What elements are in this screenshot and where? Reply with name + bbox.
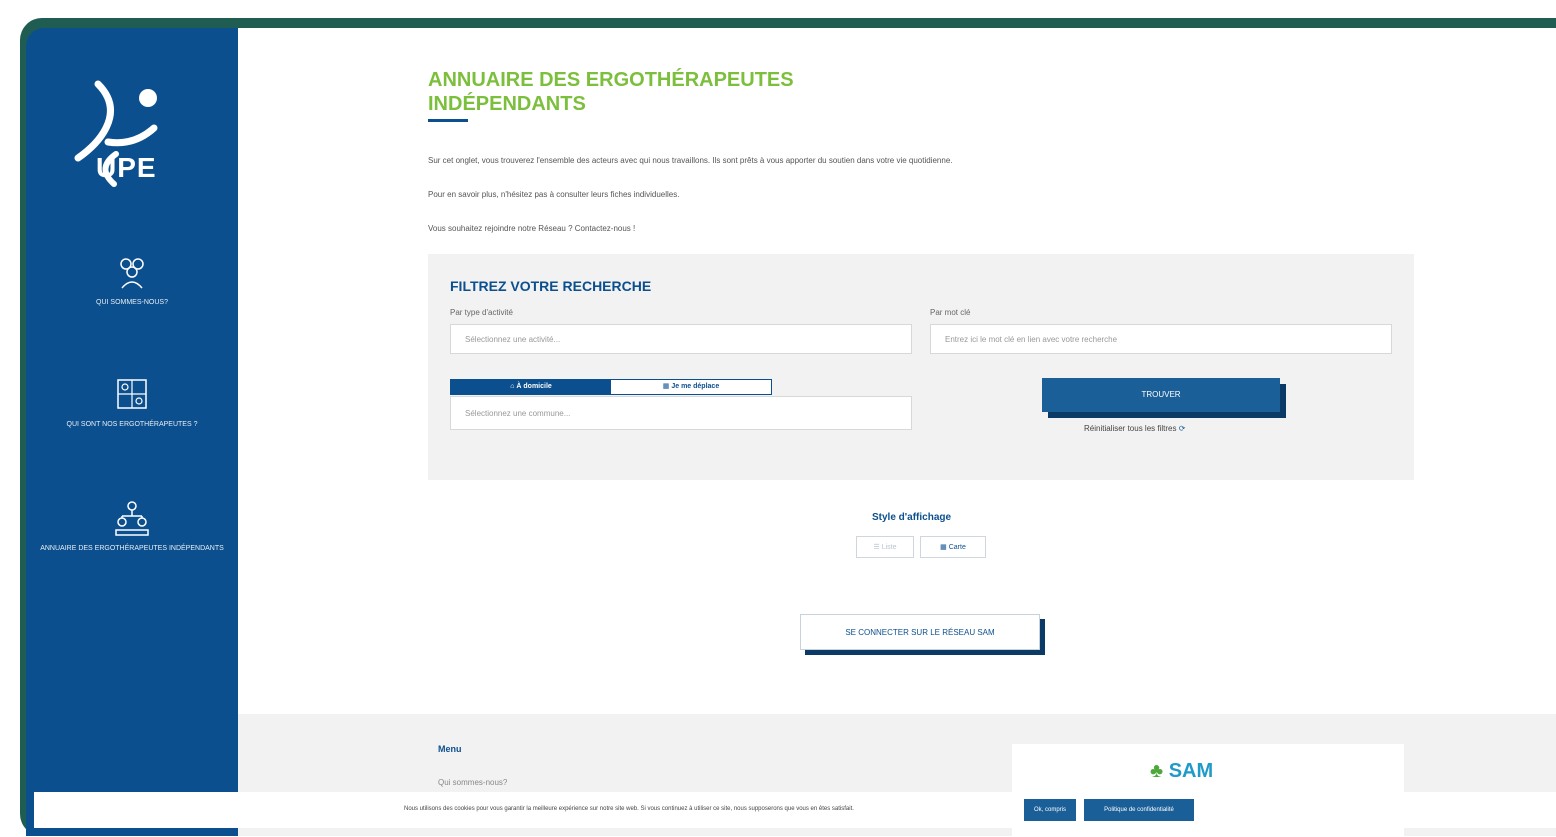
sidebar-item-qui-sommes-nous[interactable]: QUI SOMMES-NOUS?	[26, 252, 238, 308]
intro-paragraph-2: Pour en savoir plus, n'hésitez pas à con…	[428, 190, 680, 199]
display-grid-button[interactable]: ▦ Carte	[920, 536, 986, 558]
activity-label: Par type d'activité	[450, 308, 513, 317]
sidebar-item-label: QUI SOMMES-NOUS?	[96, 299, 168, 306]
cookie-accept-button[interactable]: Ok, compris	[1024, 799, 1076, 821]
cookie-policy-button[interactable]: Politique de confidentialité	[1084, 799, 1194, 821]
display-list-label: Liste	[881, 544, 897, 551]
page-title: ANNUAIRE DES ERGOTHÉRAPEUTES INDÉPENDANT…	[428, 68, 794, 116]
sidebar-item-annuaire[interactable]: ANNUAIRE DES ERGOTHÉRAPEUTES INDÉPENDANT…	[26, 498, 238, 554]
reset-filters-label: Réinitialiser tous les filtres	[1084, 424, 1177, 433]
upe-logo-icon	[74, 80, 158, 187]
activity-select[interactable]: Sélectionnez une activité...	[450, 324, 912, 354]
filter-title: FILTREZ VOTRE RECHERCHE	[450, 278, 652, 294]
tree-icon: ♣	[1150, 760, 1164, 782]
display-list-button[interactable]: ☰ Liste	[856, 536, 914, 558]
main-content: ANNUAIRE DES ERGOTHÉRAPEUTES INDÉPENDANT…	[238, 28, 1556, 836]
tab-je-me-deplace[interactable]: ▦ Je me déplace	[611, 380, 771, 394]
logo-text: UPE	[96, 152, 157, 183]
keyword-input[interactable]: Entrez ici le mot clé en lien avec votre…	[930, 324, 1392, 354]
display-style-label: Style d'affichage	[872, 512, 952, 523]
footer-menu-title: Menu	[438, 744, 462, 754]
list-icon: ☰	[873, 544, 882, 551]
connect-sam-button[interactable]: SE CONNECTER SUR LE RÉSEAU SAM	[800, 614, 1040, 650]
tab-je-me-deplace-label: Je me déplace	[671, 383, 720, 390]
sam-logo: ♣ SAM	[1150, 760, 1213, 783]
upe-logo[interactable]	[56, 66, 176, 206]
map-icon: ▦	[940, 544, 949, 551]
puzzle-people-icon	[117, 379, 147, 409]
page-title-line1: ANNUAIRE DES ERGOTHÉRAPEUTES	[428, 69, 794, 91]
tab-a-domicile[interactable]: ⌂ À domicile	[451, 380, 611, 394]
title-underline	[428, 119, 468, 122]
cookie-banner: Nous utilisons des cookies pour vous gar…	[34, 792, 1556, 828]
footer-link-qui-sommes-nous[interactable]: Qui sommes-nous?	[438, 778, 507, 787]
reset-filters-link[interactable]: Réinitialiser tous les filtres ⟳	[1084, 424, 1185, 433]
location-tabs: ⌂ À domicile ▦ Je me déplace	[450, 379, 772, 395]
tab-a-domicile-label: À domicile	[516, 383, 552, 390]
cookie-text: Nous utilisons des cookies pour vous gar…	[404, 806, 854, 812]
network-icon	[115, 501, 149, 536]
sidebar-item-label: QUI SONT NOS ERGOTHÉRAPEUTES ?	[66, 421, 198, 428]
keyword-label: Par mot clé	[930, 308, 971, 317]
people-group-icon	[120, 258, 144, 289]
intro-paragraph-3: Vous souhaitez rejoindre notre Réseau ? …	[428, 224, 636, 233]
sidebar: UPE QUI SOMMES-NOUS? QUI SONT NOS ERGOTH…	[26, 28, 238, 836]
display-grid-label: Carte	[948, 544, 966, 551]
refresh-icon: ⟳	[1178, 424, 1186, 433]
intro-paragraph-1: Sur cet onglet, vous trouverez l'ensembl…	[428, 156, 953, 165]
commune-select[interactable]: Sélectionnez une commune...	[450, 396, 912, 430]
filter-panel: FILTREZ VOTRE RECHERCHE Par type d'activ…	[428, 254, 1414, 480]
sidebar-item-nos-ergotherapeutes[interactable]: QUI SONT NOS ERGOTHÉRAPEUTES ?	[26, 374, 238, 430]
search-button[interactable]: TROUVER	[1042, 378, 1280, 412]
page-title-line2: INDÉPENDANTS	[428, 93, 586, 115]
sidebar-item-label: ANNUAIRE DES ERGOTHÉRAPEUTES INDÉPENDANT…	[40, 545, 224, 552]
sam-logo-text: SAM	[1168, 760, 1214, 782]
